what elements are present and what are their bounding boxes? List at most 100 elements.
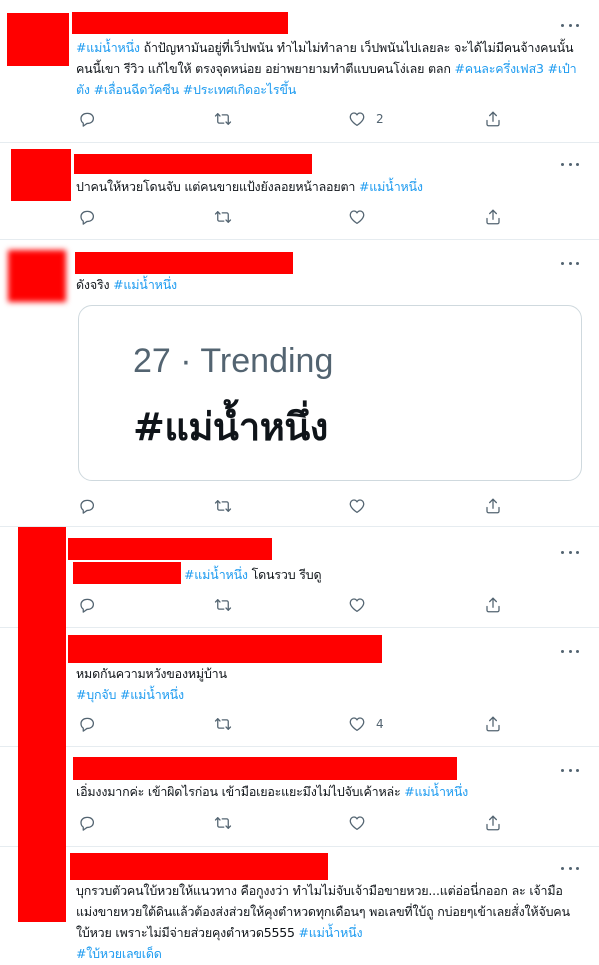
share-icon	[486, 597, 500, 613]
tweet-actions	[78, 813, 503, 833]
author-name-redacted[interactable]	[74, 154, 312, 174]
hashtag-link[interactable]: #แม่น้ำหนึ่ง	[299, 925, 363, 940]
trending-rank: 27 · Trending	[133, 342, 334, 380]
reply-icon	[80, 210, 95, 225]
tweet-text-segment: โดนรวบ รีบดู	[247, 567, 322, 582]
tweet-actions: 4	[78, 714, 503, 734]
hashtag-link[interactable]: #แม่น้ำหนึ่ง	[184, 567, 248, 582]
reply-button[interactable]	[78, 207, 96, 227]
reply-button[interactable]	[78, 714, 96, 734]
more-icon[interactable]	[561, 161, 579, 167]
heart-icon	[349, 717, 365, 732]
reply-button[interactable]	[78, 595, 96, 615]
tweet[interactable]: บุกรวบตัวคนใบ้หวยให้แนวทาง คือกูงงว่า ทำ…	[0, 847, 599, 965]
like-button[interactable]: 2	[348, 109, 384, 129]
tweet-text-segment: ดังจริง	[76, 277, 114, 292]
like-button[interactable]: 4	[348, 714, 384, 734]
like-button[interactable]	[348, 207, 366, 227]
hashtag-link[interactable]: #แม่น้ำหนึ่ง	[404, 784, 468, 799]
share-button[interactable]	[484, 714, 502, 734]
avatar[interactable]	[7, 13, 69, 66]
tweet-actions	[78, 207, 503, 227]
retweet-button[interactable]	[214, 714, 232, 734]
hashtag-link[interactable]: #เลื่อนฉีดวัคซีน	[94, 82, 180, 97]
tweet-text: ปาคนให้หวยโดนจับ แต่คนขายแป้งยังลอยหน้าล…	[76, 176, 577, 197]
like-button[interactable]	[348, 595, 366, 615]
author-name-redacted[interactable]	[75, 252, 293, 274]
more-icon[interactable]	[561, 22, 579, 28]
reply-icon	[80, 112, 95, 127]
tweet-actions	[78, 496, 503, 516]
author-name-redacted[interactable]	[72, 12, 288, 34]
reply-icon	[80, 598, 95, 613]
author-name-redacted[interactable]	[70, 853, 328, 880]
tweet[interactable]: #แม่น้ำหนึ่ง ถ้าปัญหามันอยู่ที่เว็ปพนัน …	[0, 0, 599, 143]
hashtag-link[interactable]: #แม่น้ำหนึ่ง	[359, 179, 423, 194]
heart-icon	[349, 112, 365, 127]
share-icon	[486, 815, 500, 831]
hashtag-link[interactable]: #คนละครึ่งเฟส3	[455, 61, 544, 76]
more-icon[interactable]	[561, 260, 579, 266]
tweet[interactable]: ดังจริง #แม่น้ำหนึ่ง 27 · Trending #แม่น…	[0, 240, 599, 527]
retweet-icon	[214, 599, 232, 611]
hashtag-link[interactable]: #บุกจับ	[76, 687, 116, 702]
hashtag-link[interactable]: #ประเทศเกิดอะไรขึ้น	[183, 82, 297, 97]
more-icon[interactable]	[561, 549, 579, 555]
trending-card-image[interactable]: 27 · Trending #แม่น้ำหนึ่ง	[78, 305, 582, 481]
share-button[interactable]	[484, 595, 502, 615]
tweet-text: หมดกันความหวังของหมู่บ้าน #บุกจับ #แม่น้…	[76, 663, 577, 705]
reply-button[interactable]	[78, 496, 96, 516]
share-button[interactable]	[484, 109, 502, 129]
share-button[interactable]	[484, 813, 502, 833]
more-icon[interactable]	[561, 648, 579, 654]
retweet-icon	[214, 718, 232, 730]
avatar[interactable]	[8, 250, 66, 302]
like-count: 4	[376, 717, 384, 731]
share-icon	[486, 209, 500, 225]
tweet-text-segment: หมดกันความหวังของหมู่บ้าน	[76, 666, 227, 681]
retweet-icon	[214, 211, 232, 223]
like-button[interactable]	[348, 496, 366, 516]
heart-icon	[349, 210, 365, 225]
tweet-actions	[78, 595, 503, 615]
tweet[interactable]: หมดกันความหวังของหมู่บ้าน #บุกจับ #แม่น้…	[0, 628, 599, 747]
retweet-button[interactable]	[214, 496, 232, 516]
tweet[interactable]: #แม่น้ำหนึ่ง โดนรวบ รีบดู	[0, 527, 599, 628]
author-name-redacted[interactable]	[68, 538, 272, 560]
tweet[interactable]: เอิ่มงงมากค่ะ เข้าผิดไรก่อน เข้ามือเยอะแ…	[0, 747, 599, 847]
share-icon	[486, 716, 500, 732]
heart-icon	[349, 499, 365, 514]
like-button[interactable]	[348, 813, 366, 833]
retweet-icon	[214, 113, 232, 125]
reply-button[interactable]	[78, 813, 96, 833]
text-redacted	[73, 562, 181, 584]
heart-icon	[349, 816, 365, 831]
author-name-redacted[interactable]	[73, 757, 457, 780]
share-button[interactable]	[484, 207, 502, 227]
avatar[interactable]	[11, 149, 71, 201]
more-icon[interactable]	[561, 865, 579, 871]
more-icon[interactable]	[561, 767, 579, 773]
heart-icon	[349, 598, 365, 613]
reply-button[interactable]	[78, 109, 96, 129]
like-count: 2	[376, 112, 384, 126]
share-button[interactable]	[484, 496, 502, 516]
trending-hashtag: #แม่น้ำหนึ่ง	[133, 405, 328, 449]
reply-icon	[80, 717, 95, 732]
retweet-button[interactable]	[214, 595, 232, 615]
hashtag-link[interactable]: #แม่น้ำหนึ่ง	[76, 40, 140, 55]
hashtag-link[interactable]: #แม่น้ำหนึ่ง	[120, 687, 184, 702]
tweet[interactable]: ปาคนให้หวยโดนจับ แต่คนขายแป้งยังลอยหน้าล…	[0, 143, 599, 240]
tweet-text: เอิ่มงงมากค่ะ เข้าผิดไรก่อน เข้ามือเยอะแ…	[76, 781, 577, 802]
author-name-redacted[interactable]	[68, 635, 382, 663]
hashtag-link[interactable]: #ใบ้หวยเลขเด็ด	[76, 946, 162, 961]
retweet-icon	[214, 817, 232, 829]
reply-icon	[80, 499, 95, 514]
share-icon	[486, 111, 500, 127]
retweet-button[interactable]	[214, 207, 232, 227]
share-icon	[486, 498, 500, 514]
hashtag-link[interactable]: #แม่น้ำหนึ่ง	[113, 277, 177, 292]
retweet-button[interactable]	[214, 813, 232, 833]
retweet-button[interactable]	[214, 109, 232, 129]
tweet-text: #แม่น้ำหนึ่ง โดนรวบ รีบดู	[184, 564, 577, 585]
